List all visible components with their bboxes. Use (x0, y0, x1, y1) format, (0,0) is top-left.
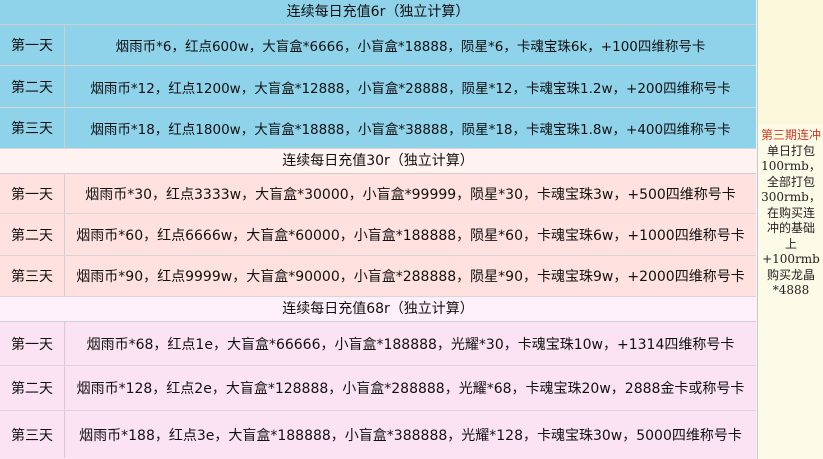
section-title: 连续每日充值6r（独立计算） (0, 0, 756, 25)
reward-text: 烟雨币*188，红点3e，大盲盒*188888，小盲盒*388888，光耀*12… (79, 427, 742, 444)
side-note-line: 单日打包 (766, 143, 815, 158)
side-note-text: 第三期连冲 单日打包 100rmb， 全部打包 300rmb， 在购买连 冲的基… (760, 128, 822, 299)
side-note-line: 100rmb， (761, 159, 821, 173)
reward-text: 烟雨币*12，红点1200w，大盲盒*12888，小盲盒*28888，陨星*12… (90, 80, 731, 97)
reward-text: 烟雨币*68，红点1e，大盲盒*66666，小盲盒*188888，光耀*30，卡… (86, 336, 735, 353)
day-label: 第一天 (0, 25, 65, 65)
side-note-line: 全部打包 (766, 174, 815, 189)
reward-text: 烟雨币*30，红点3333w，大盲盒*30000，小盲盒*99999，陨星*30… (85, 186, 736, 203)
side-note-line: 购买龙晶 (766, 267, 815, 282)
reward-text: 烟雨币*90，红点9999w，大盲盒*90000，小盲盒*288888，陨星*9… (76, 269, 745, 285)
day-label: 第二天 (0, 214, 65, 255)
section-title: 连续每日充值68r（独立计算） (0, 297, 756, 322)
reward-text: 烟雨币*6，红点600w，大盲盒*6666，小盲盒*18888，陨星*6，卡魂宝… (115, 39, 706, 55)
side-note-line: 300rmb， (761, 190, 821, 204)
reward-text: 烟雨币*18，红点1800w，大盲盒*18888，小盲盒*38888，陨星*18… (90, 122, 731, 138)
table-row: 第一天 烟雨币*6，红点600w，大盲盒*6666，小盲盒*18888，陨星*6… (0, 25, 756, 66)
table-row: 第三天 烟雨币*90，红点9999w，大盲盒*90000，小盲盒*288888，… (0, 256, 756, 297)
reward-text: 烟雨币*60，红点6666w，大盲盒*60000，小盲盒*188888，陨星*6… (76, 227, 745, 244)
table-row: 第一天 烟雨币*30，红点3333w，大盲盒*30000，小盲盒*99999，陨… (0, 174, 756, 214)
side-note-line: 上 (784, 236, 797, 251)
section-6r: 连续每日充值6r（独立计算） 第一天 烟雨币*6，红点600w，大盲盒*6666… (0, 0, 756, 149)
side-note-line: +100rmb (762, 252, 820, 266)
side-note-line: 冲的基础 (766, 221, 815, 235)
day-label: 第三天 (0, 108, 65, 148)
day-label: 第一天 (0, 174, 65, 213)
side-note-line: 在购买连 (766, 205, 815, 220)
day-label: 第一天 (0, 322, 65, 365)
day-label: 第三天 (0, 411, 65, 458)
side-note-spacer (758, 0, 823, 124)
day-label: 第二天 (0, 66, 65, 107)
section-68r: 连续每日充值68r（独立计算） 第一天 烟雨币*68，红点1e，大盲盒*6666… (0, 297, 756, 459)
day-label: 第二天 (0, 366, 65, 410)
table-row: 第二天 烟雨币*128，红点2e，大盲盒*128888，小盲盒*288888，光… (0, 366, 756, 411)
table-row: 第二天 烟雨币*12，红点1200w，大盲盒*12888，小盲盒*28888，陨… (0, 66, 756, 108)
side-note-accent: 第三期连冲 (760, 128, 821, 142)
day-label: 第三天 (0, 256, 65, 296)
section-title: 连续每日充值30r（独立计算） (0, 149, 756, 174)
recharge-reward-table: 连续每日充值6r（独立计算） 第一天 烟雨币*6，红点600w，大盲盒*6666… (0, 0, 756, 459)
reward-text: 烟雨币*128，红点2e，大盲盒*128888，小盲盒*288888，光耀*68… (76, 381, 745, 397)
table-row: 第三天 烟雨币*18，红点1800w，大盲盒*18888，小盲盒*38888，陨… (0, 108, 756, 149)
table-row: 第二天 烟雨币*60，红点6666w，大盲盒*60000，小盲盒*188888，… (0, 214, 756, 256)
table-row: 第一天 烟雨币*68，红点1e，大盲盒*66666，小盲盒*188888，光耀*… (0, 322, 756, 366)
section-30r: 连续每日充值30r（独立计算） 第一天 烟雨币*30，红点3333w，大盲盒*3… (0, 149, 756, 297)
side-note-line: *4888 (772, 283, 810, 297)
side-note-panel: 第三期连冲 单日打包 100rmb， 全部打包 300rmb， 在购买连 冲的基… (757, 0, 823, 459)
table-row: 第三天 烟雨币*188，红点3e，大盲盒*188888，小盲盒*388888，光… (0, 411, 756, 458)
